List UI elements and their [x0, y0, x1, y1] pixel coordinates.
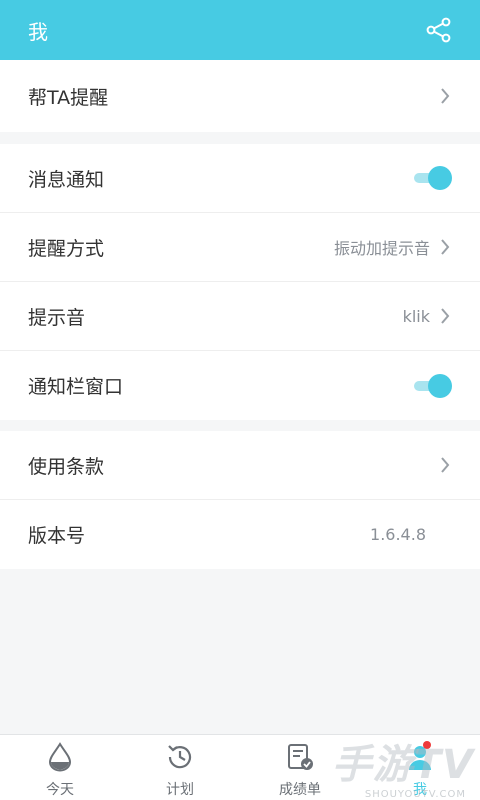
message-notify-toggle[interactable]	[414, 166, 452, 190]
row-message-notify: 消息通知	[0, 144, 480, 213]
settings-group-remind: 帮TA提醒	[0, 60, 480, 132]
chevron-right-icon	[440, 456, 452, 474]
settings-group-about: 使用条款 版本号 1.6.4.8	[0, 431, 480, 569]
watermark-logo: 手游TV	[331, 742, 474, 788]
row-version: 版本号 1.6.4.8	[0, 500, 480, 569]
row-label: 提示音	[28, 306, 86, 329]
tab-label: 今天	[46, 782, 74, 798]
row-value: klik	[402, 306, 430, 326]
report-check-icon	[284, 741, 316, 773]
chevron-right-icon	[440, 238, 452, 256]
watermark-url: SHOUYOUTV.COM	[364, 789, 466, 800]
row-label: 使用条款	[28, 455, 105, 478]
row-remind-others[interactable]: 帮TA提醒	[0, 60, 480, 132]
share-icon[interactable]	[424, 15, 454, 45]
row-label: 通知栏窗口	[28, 376, 124, 398]
chevron-right-icon	[440, 87, 452, 105]
row-notification-bar: 通知栏窗口	[0, 351, 480, 420]
clock-history-icon	[164, 741, 196, 773]
row-label: 消息通知	[28, 168, 105, 191]
page-title: 我	[28, 19, 48, 44]
row-value: 振动加提示音	[333, 239, 430, 258]
notification-bar-toggle[interactable]	[414, 373, 452, 398]
chevron-right-icon	[440, 307, 452, 325]
header-bar: 我	[0, 0, 480, 60]
row-label: 版本号	[28, 525, 86, 547]
row-label: 帮TA提醒	[28, 86, 109, 109]
tab-label: 计划	[166, 782, 194, 798]
water-drop-icon	[44, 741, 76, 773]
row-terms[interactable]: 使用条款	[0, 431, 480, 500]
row-label: 提醒方式	[28, 237, 105, 260]
row-remind-mode[interactable]: 提醒方式 振动加提示音	[0, 213, 480, 282]
tab-plan[interactable]: 计划	[120, 735, 240, 800]
tab-label: 成绩单	[279, 782, 321, 798]
tab-today[interactable]: 今天	[0, 735, 120, 800]
version-value: 1.6.4.8	[370, 525, 426, 544]
settings-group-notify: 消息通知 提醒方式 振动加提示音 提示音 klik 通知栏窗口	[0, 144, 480, 420]
row-sound[interactable]: 提示音 klik	[0, 282, 480, 351]
